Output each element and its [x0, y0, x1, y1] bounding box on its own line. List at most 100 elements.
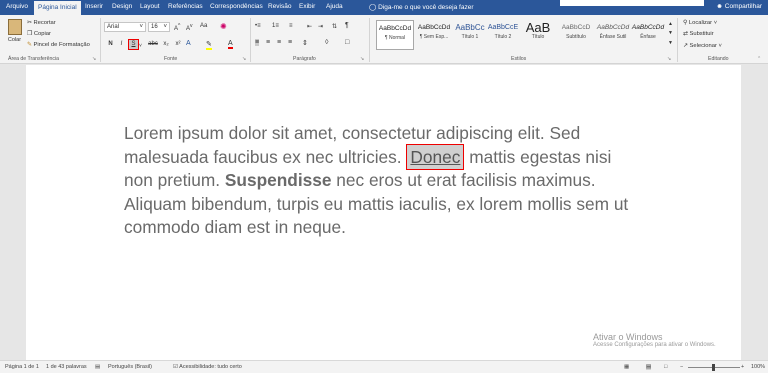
style-subtle-emphasis[interactable]: AaBbCcDd Ênfase Sutil [594, 20, 632, 50]
increase-indent-icon[interactable]: ⇥ [318, 23, 323, 30]
style-subtitle[interactable]: AaBbCcD Subtítulo [557, 20, 595, 50]
watermark-subtitle: Acesse Configurações para ativar o Windo… [593, 342, 716, 348]
replace-label: Substituir [689, 31, 714, 37]
tab-ajuda[interactable]: Ajuda [326, 3, 343, 10]
document-canvas: Lorem ipsum dolor sit amet, consectetur … [0, 64, 768, 360]
strikethrough-button[interactable]: abc [147, 40, 159, 49]
style-title[interactable]: AaB Título [519, 20, 557, 50]
gallery-more-icon[interactable]: ▼ [668, 40, 673, 46]
activation-watermark: Ativar o Windows Acesse Configurações pa… [593, 332, 716, 348]
select-label: Selecionar [689, 43, 717, 49]
selected-word[interactable]: Donec [406, 143, 465, 170]
watermark-title: Ativar o Windows [593, 332, 663, 342]
subscript-button[interactable]: x₂ [161, 40, 171, 49]
accessibility-status[interactable]: ☑ Acessibilidade: tudo certo [173, 364, 242, 370]
cut-button[interactable]: ✂ Recortar [27, 20, 56, 26]
show-marks-button[interactable]: ¶ [345, 22, 349, 29]
tab-layout[interactable]: Layout [140, 3, 160, 10]
print-layout-icon[interactable]: ▤ [646, 364, 652, 370]
document-page[interactable]: Lorem ipsum dolor sit amet, consectetur … [26, 65, 741, 360]
page-count[interactable]: Página 1 de 1 [5, 364, 39, 370]
bold-button[interactable]: N [106, 40, 115, 49]
tab-revisao[interactable]: Revisão [268, 3, 291, 10]
language-indicator[interactable]: Português (Brasil) [108, 364, 152, 370]
align-right-icon[interactable]: ≡ [277, 39, 281, 46]
gallery-down-icon[interactable]: ▼ [668, 30, 673, 36]
shrink-font-button[interactable]: Av [186, 23, 193, 32]
tab-design[interactable]: Design [112, 3, 132, 10]
style-preview: AaBbCcDd [631, 24, 665, 31]
italic-button[interactable]: I [117, 40, 126, 49]
font-launcher-icon[interactable]: ↘ [242, 56, 246, 62]
underline-button[interactable]: S [128, 39, 139, 50]
lightbulb-icon: ◯ [369, 4, 377, 11]
tell-me-label: Diga-me o que você deseja fazer [378, 4, 474, 11]
read-mode-icon[interactable]: ▦ [624, 364, 629, 370]
share-button[interactable]: ☻ Compartilhar [716, 3, 762, 10]
zoom-slider-thumb[interactable] [712, 364, 715, 371]
find-label: Localizar [688, 20, 713, 26]
zoom-in-button[interactable]: + [741, 364, 744, 370]
style-no-spacing[interactable]: AaBbCcDd ¶ Sem Esp... [415, 20, 453, 50]
font-group-label: Fonte [164, 56, 178, 62]
gallery-up-icon[interactable]: ▲ [668, 21, 673, 27]
bullets-icon[interactable]: •≡ [255, 23, 261, 29]
align-center-icon[interactable]: ≡ [266, 39, 270, 46]
collapse-ribbon-icon[interactable]: ⌃ [757, 56, 761, 62]
font-name-select[interactable]: Arial ˅ [104, 22, 146, 32]
replace-icon: ⇄ [683, 31, 688, 37]
multilevel-list-icon[interactable]: ≡ [289, 23, 293, 29]
clear-formatting-icon[interactable]: ✺ [220, 22, 227, 31]
style-emphasis[interactable]: AaBbCcDd Ênfase [629, 20, 667, 50]
paste-button[interactable]: Colar [6, 19, 23, 51]
style-name: ¶ Normal [384, 35, 406, 41]
zoom-level[interactable]: 100% [751, 364, 765, 370]
document-body[interactable]: Lorem ipsum dolor sit amet, consectetur … [124, 122, 644, 240]
replace-button[interactable]: ⇄ Substituir [683, 31, 714, 37]
copy-button[interactable]: ❐ Copiar [27, 31, 51, 37]
style-normal[interactable]: AaBbCcDd ¶ Normal [376, 20, 414, 50]
clipboard-launcher-icon[interactable]: ↘ [92, 56, 96, 62]
sort-icon[interactable]: ⇅ [332, 23, 337, 30]
tab-inserir[interactable]: Inserir [85, 3, 103, 10]
proofing-icon[interactable]: ▤ [95, 364, 100, 370]
tab-exibir[interactable]: Exibir [299, 3, 315, 10]
font-name-value: Arial [107, 24, 120, 30]
accessibility-icon: ☑ [173, 364, 178, 370]
search-icon: ⚲ [683, 20, 688, 26]
tab-correspondencias[interactable]: Correspondências [210, 3, 263, 10]
justify-icon[interactable]: ≡ [288, 39, 292, 46]
superscript-button[interactable]: x² [173, 40, 183, 49]
styles-launcher-icon[interactable]: ↘ [667, 56, 671, 62]
align-left-icon[interactable]: ≡ [255, 39, 260, 46]
line-spacing-icon[interactable]: ⇕ [302, 39, 308, 47]
format-painter-button[interactable]: ✎ Pincel de Formatação [27, 42, 90, 48]
numbering-icon[interactable]: 1≡ [272, 23, 279, 29]
decrease-indent-icon[interactable]: ⇤ [307, 23, 312, 30]
title-search-box[interactable] [560, 0, 704, 6]
font-color-icon[interactable]: A [228, 40, 233, 49]
borders-icon[interactable]: □ [345, 39, 349, 46]
tab-pagina-inicial[interactable]: Página Inicial [34, 1, 81, 15]
change-case-button[interactable]: Aa [200, 23, 207, 29]
word-count[interactable]: 1 de 43 palavras [46, 364, 87, 370]
tell-me-search[interactable]: ◯ Diga-me o que você deseja fazer [369, 3, 473, 11]
find-button[interactable]: ⚲ Localizar ˅ [683, 20, 717, 26]
text-effects-icon[interactable]: A [186, 40, 191, 47]
select-button[interactable]: ↗ Selecionar ˅ [683, 43, 722, 49]
zoom-out-button[interactable]: − [680, 364, 683, 370]
chevron-down-icon[interactable]: ˅ [139, 43, 142, 49]
brush-icon: ✎ [27, 42, 32, 48]
style-name: Título [531, 34, 545, 40]
tab-referencias[interactable]: Referências [168, 3, 203, 10]
divider [250, 18, 251, 62]
web-layout-icon[interactable]: □ [664, 364, 667, 370]
font-size-select[interactable]: 16 ˅ [148, 22, 170, 32]
paragraph-launcher-icon[interactable]: ↘ [360, 56, 364, 62]
ribbon-home: Colar ✂ Recortar ❐ Copiar ✎ Pincel de Fo… [0, 15, 768, 64]
tab-arquivo[interactable]: Arquivo [6, 3, 28, 10]
grow-font-button[interactable]: A^ [174, 23, 180, 32]
shading-icon[interactable]: ◊ [325, 39, 328, 46]
highlight-color-icon[interactable]: ✎ [206, 40, 212, 50]
style-heading-2[interactable]: AaBbCcE Título 2 [484, 20, 522, 50]
